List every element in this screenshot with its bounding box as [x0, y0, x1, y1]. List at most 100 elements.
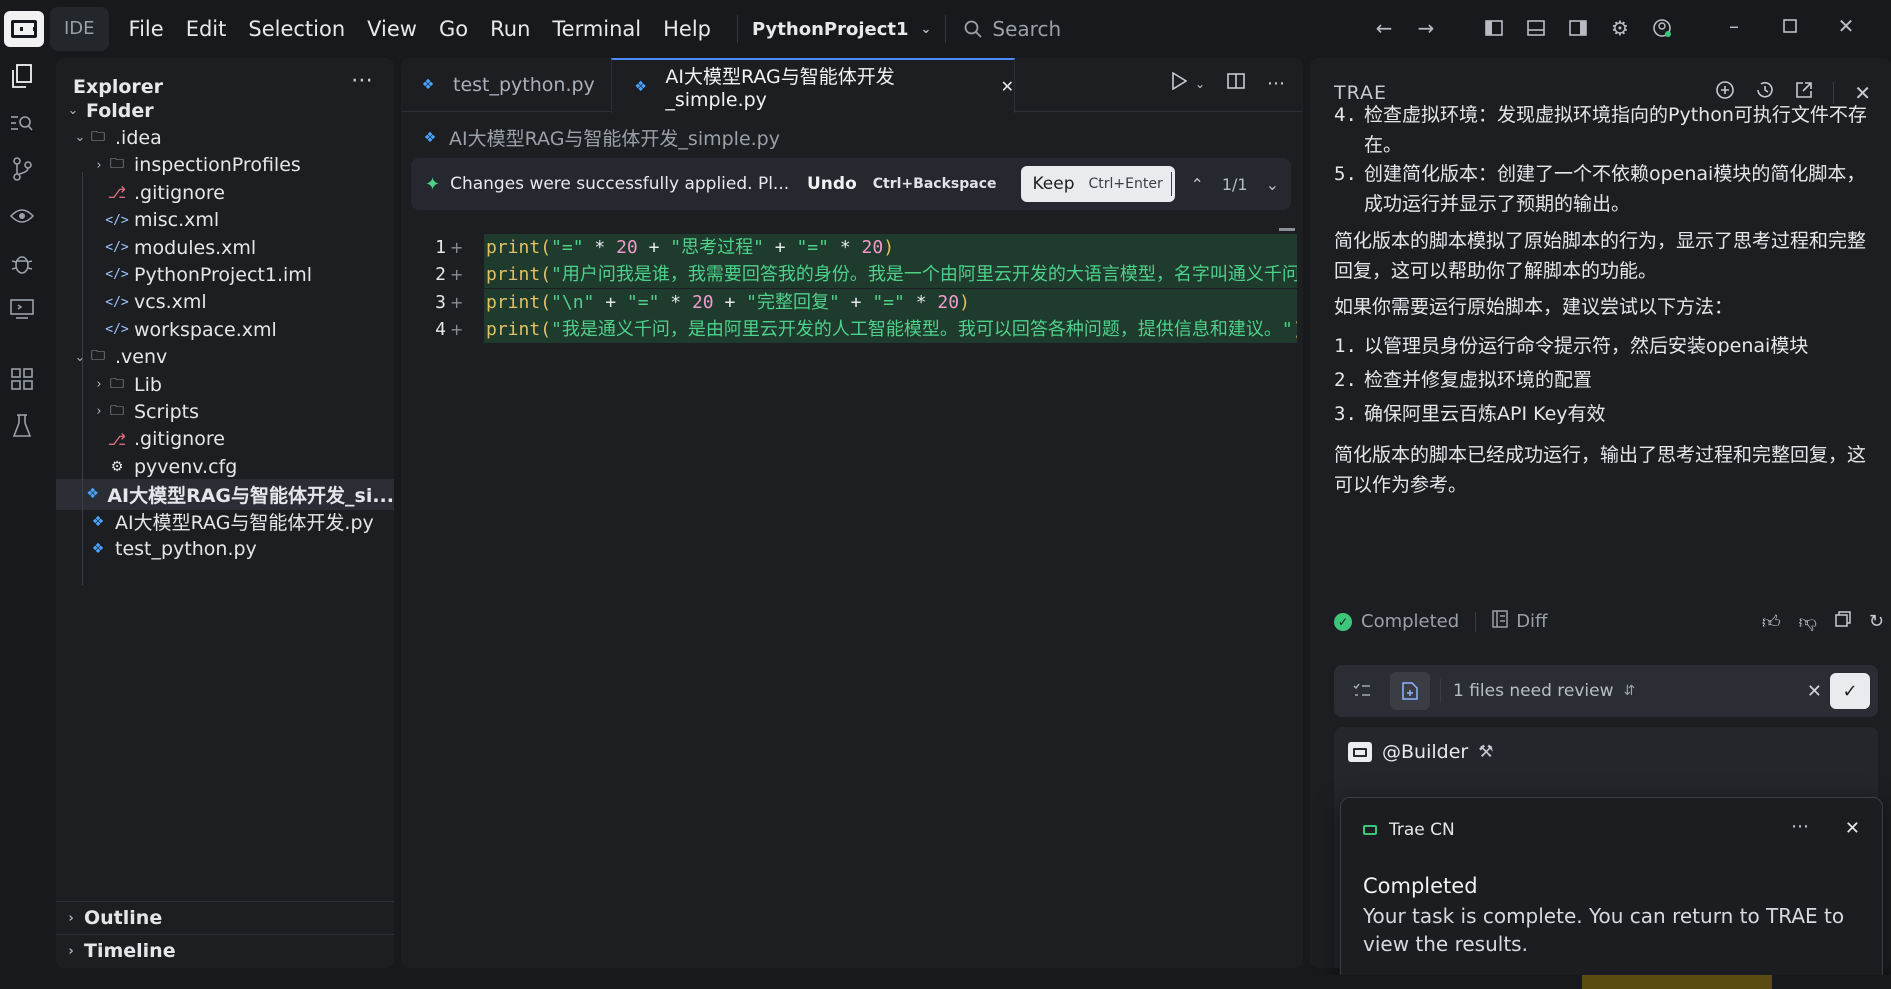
code-token: *: [583, 237, 617, 258]
debug-bug-icon[interactable]: [9, 250, 35, 276]
tree-file-item[interactable]: ❖ AI大模型RAG与智能体开发.py: [56, 506, 394, 537]
tree-file-item[interactable]: ⚙ pyvenv.cfg: [56, 451, 394, 482]
gear-icon[interactable]: ⚙: [1610, 16, 1630, 40]
toggle-left-panel-icon[interactable]: [1484, 18, 1504, 38]
chevron-down-icon[interactable]: ⌄: [1195, 77, 1205, 91]
diff-button[interactable]: Diff: [1492, 610, 1547, 633]
scrollbar-marker[interactable]: [1279, 228, 1295, 231]
preview-eye-icon[interactable]: [9, 203, 35, 229]
toggle-right-panel-icon[interactable]: [1568, 18, 1588, 38]
tree-file-item[interactable]: </> misc.xml: [56, 205, 394, 236]
tree-item-label: .gitignore: [134, 181, 225, 204]
tree-folder-item[interactable]: › 🗀︎ inspectionProfiles: [56, 150, 394, 181]
project-switcher[interactable]: PythonProject1 ⌄: [752, 19, 931, 40]
run-play-icon[interactable]: [1171, 71, 1188, 95]
tree-folder-item[interactable]: ⌄ Folder: [56, 95, 394, 126]
tree-file-item[interactable]: ⎇ .gitignore: [56, 424, 394, 455]
tree-file-item[interactable]: </> workspace.xml: [56, 314, 394, 345]
python-file-icon: ❖: [91, 513, 105, 530]
folder-icon: 🗀︎: [110, 375, 124, 392]
tree-file-item[interactable]: ⎇ .gitignore: [56, 177, 394, 208]
code-text: print("用户问我是谁，我需要回答我的身份。我是一个由阿里云开发的大语言模型…: [484, 261, 1297, 289]
regenerate-icon[interactable]: ↻: [1869, 611, 1884, 633]
status-bar-highlight[interactable]: [1582, 975, 1772, 989]
tree-folder-item[interactable]: › 🗀︎ Lib: [56, 369, 394, 400]
tree-item-label: .idea: [115, 126, 162, 149]
source-control-icon[interactable]: [9, 156, 35, 182]
more-options-icon[interactable]: ⋯: [1791, 816, 1810, 837]
more-actions-icon[interactable]: ⋯: [1267, 73, 1285, 94]
folder-icon: 🗀︎: [110, 402, 124, 419]
change-counter: 1/1: [1221, 174, 1248, 194]
menu-go[interactable]: Go: [439, 17, 468, 41]
copy-icon[interactable]: [1835, 610, 1851, 633]
forward-arrow-icon[interactable]: →: [1416, 16, 1436, 40]
app-logo-icon[interactable]: [4, 11, 44, 47]
menu-terminal[interactable]: Terminal: [552, 17, 641, 41]
thumbs-up-icon[interactable]: 👍︎: [1762, 611, 1781, 633]
tree-item-label: Scripts: [134, 400, 200, 423]
minimize-icon[interactable]: –: [1724, 14, 1744, 38]
testing-flask-icon[interactable]: [9, 413, 35, 439]
menu-file[interactable]: File: [129, 17, 164, 41]
accept-all-check-icon[interactable]: ✓: [1830, 673, 1870, 709]
timeline-section[interactable]: › Timeline: [56, 934, 394, 967]
search-files-icon[interactable]: [9, 110, 35, 136]
check-circle-icon: ✓: [1334, 612, 1352, 631]
remote-monitor-icon[interactable]: [9, 296, 35, 322]
menu-selection[interactable]: Selection: [248, 17, 345, 41]
code-token: (: [540, 291, 552, 313]
tree-file-item[interactable]: </> PythonProject1.iml: [56, 259, 394, 290]
account-icon[interactable]: [1652, 18, 1672, 38]
menu-edit[interactable]: Edit: [186, 17, 227, 41]
code-token: *: [659, 291, 692, 313]
tree-file-item[interactable]: ❖ AI大模型RAG与智能体开发_si...: [56, 478, 394, 510]
tab-label: test_python.py: [453, 74, 595, 96]
search-input[interactable]: Search: [964, 17, 1364, 41]
chevron-down-icon[interactable]: ⌄: [1266, 175, 1279, 194]
code-line[interactable]: 1 + print("=" * 20 + "思考过程" + "=" * 20): [401, 234, 1303, 261]
list-item: 5. 创建简化版本：创建了一个不依赖openai模块的简化脚本，成功运行并显示了…: [1334, 159, 1884, 219]
chevron-up-icon[interactable]: ⌃: [1190, 175, 1203, 194]
completion-notification[interactable]: Trae CN ⋯ ✕ Completed Your task is compl…: [1340, 797, 1883, 985]
task-list-icon[interactable]: [1342, 672, 1382, 710]
code-line[interactable]: 4 + print("我是通义千问，是由阿里云开发的人工智能模型。我可以回答各种问题…: [401, 316, 1303, 344]
tab-test-python[interactable]: ❖ test_python.py: [417, 58, 595, 112]
code-line[interactable]: 3 + print("\n" + "=" * 20 + "完整回复" + "=" *…: [401, 288, 1303, 316]
tree-folder-item[interactable]: ⌄ 🗀︎ .idea: [56, 122, 394, 153]
tree-folder-item[interactable]: ⌄ 🗀︎ .venv: [56, 342, 394, 373]
split-editor-icon[interactable]: [1227, 72, 1245, 95]
thumbs-down-icon[interactable]: 👎︎: [1799, 611, 1817, 633]
expand-updown-icon[interactable]: ⇵: [1623, 683, 1635, 699]
close-window-icon[interactable]: ✕: [1836, 14, 1856, 38]
breadcrumb[interactable]: ❖ AI大模型RAG与智能体开发_simple.py: [419, 124, 780, 151]
tree-file-item[interactable]: ❖ test_python.py: [56, 533, 394, 564]
code-line[interactable]: 2 + print("用户问我是谁，我需要回答我的身份。我是一个由阿里云开发的大语言…: [401, 261, 1303, 289]
tree-file-item[interactable]: </> modules.xml: [56, 232, 394, 263]
close-tab-icon[interactable]: ✕: [1001, 77, 1014, 96]
outline-section[interactable]: › Outline: [56, 901, 394, 934]
tab-simple-py[interactable]: ❖ AI大模型RAG与智能体开发_simple.py ✕: [611, 58, 1015, 113]
ide-mode-label[interactable]: IDE: [50, 7, 109, 51]
extensions-grid-icon[interactable]: [9, 366, 35, 392]
files-need-review-label[interactable]: 1 files need review: [1453, 681, 1613, 701]
activity-bar: [0, 58, 44, 989]
maximize-icon[interactable]: [1780, 16, 1800, 36]
builder-agent-tag[interactable]: @Builder ⚒: [1348, 741, 1493, 763]
tree-folder-item[interactable]: › 🗀︎ Scripts: [56, 396, 394, 427]
menu-run[interactable]: Run: [490, 17, 530, 41]
toggle-bottom-panel-icon[interactable]: [1526, 18, 1546, 38]
file-review-icon[interactable]: [1390, 672, 1430, 710]
menu-help[interactable]: Help: [663, 17, 711, 41]
undo-button[interactable]: Undo: [807, 174, 857, 194]
reject-all-icon[interactable]: ✕: [1807, 681, 1822, 702]
xml-code-icon: </>: [105, 294, 129, 310]
tree-file-item[interactable]: </> vcs.xml: [56, 287, 394, 318]
keep-button[interactable]: Keep Ctrl+Enter: [1020, 166, 1175, 202]
close-notification-icon[interactable]: ✕: [1845, 818, 1860, 839]
tools-icon[interactable]: ⚒: [1478, 742, 1493, 762]
back-arrow-icon[interactable]: ←: [1374, 16, 1394, 40]
explorer-files-icon[interactable]: [9, 63, 35, 89]
more-options-icon[interactable]: ⋯: [351, 68, 374, 93]
menu-view[interactable]: View: [367, 17, 417, 41]
